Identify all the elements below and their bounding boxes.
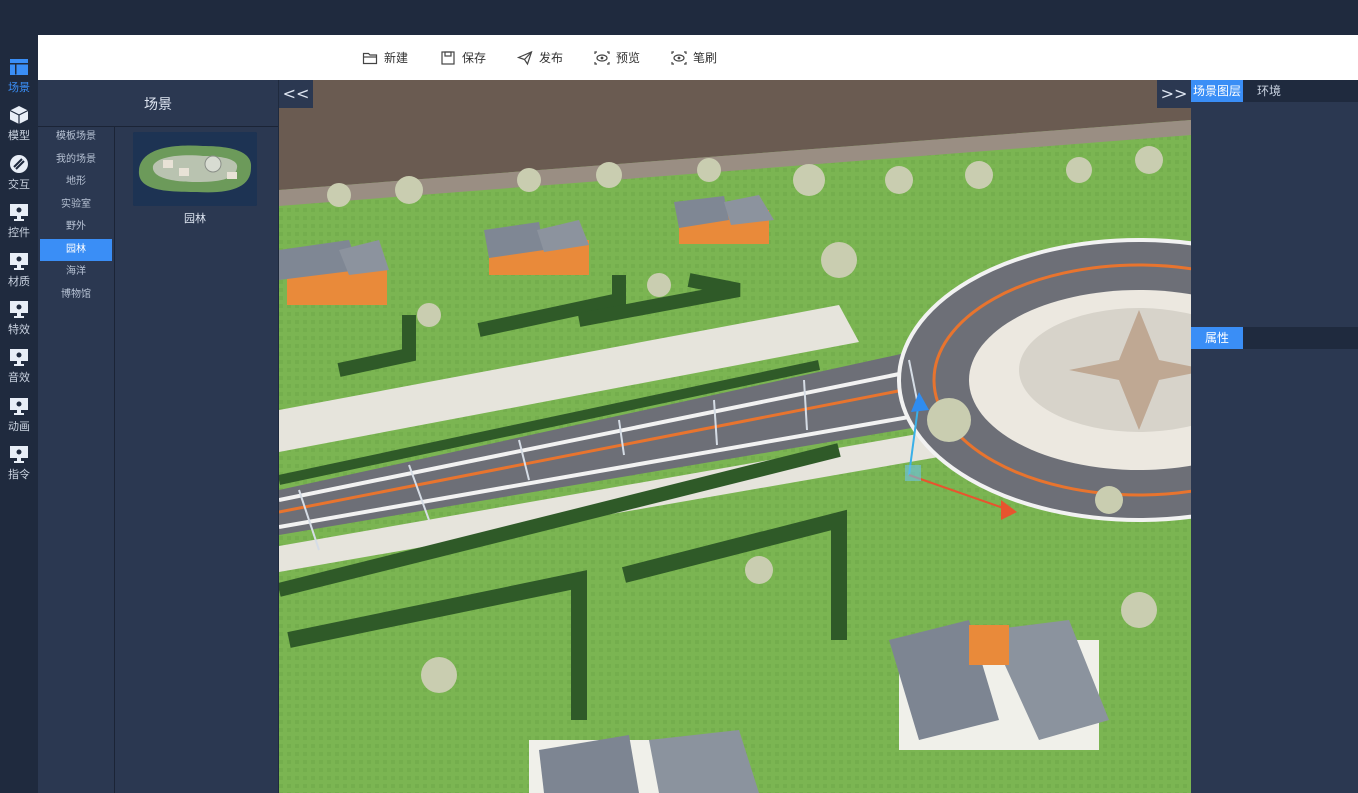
new-label: 新建 bbox=[384, 51, 409, 65]
brush-label: 笔刷 bbox=[693, 51, 718, 65]
save-icon bbox=[441, 50, 455, 65]
right-panel-tabs: 场景图层 环境 bbox=[1191, 80, 1358, 102]
nav-label-interaction: 交互 bbox=[8, 178, 30, 191]
preview-eye-icon bbox=[594, 50, 610, 65]
brush-button[interactable]: 笔刷 bbox=[671, 35, 717, 80]
scene-thumbnail-label: 园林 bbox=[184, 212, 206, 225]
house-top-right bbox=[674, 195, 774, 244]
collapse-left-panel-button[interactable]: << bbox=[279, 80, 313, 108]
category-item-museum[interactable]: 博物馆 bbox=[38, 284, 114, 307]
tab-properties[interactable]: 属性 bbox=[1191, 327, 1243, 349]
new-button[interactable]: 新建 bbox=[362, 35, 408, 80]
nav-label-scene: 场景 bbox=[8, 81, 30, 94]
sound-icon bbox=[10, 349, 28, 366]
house-top-mid bbox=[484, 220, 589, 275]
category-item-ocean[interactable]: 海洋 bbox=[38, 261, 114, 284]
scene-icon bbox=[10, 59, 28, 75]
tab-environment[interactable]: 环境 bbox=[1243, 80, 1295, 102]
brush-icon bbox=[671, 50, 687, 65]
effects-icon bbox=[10, 301, 28, 318]
nav-label-command: 指令 bbox=[8, 468, 30, 481]
command-icon bbox=[10, 446, 28, 463]
category-list: 模板场景 我的场景 地形 实验室 野外 园林 海洋 博物馆 bbox=[38, 126, 115, 793]
main-toolbar: 新建 保存 发布 预览 笔刷 bbox=[38, 35, 1358, 80]
scene-thumbnail-garden[interactable] bbox=[133, 132, 257, 206]
category-item-garden[interactable]: 园林 bbox=[40, 238, 112, 261]
house-top-left bbox=[279, 240, 389, 305]
house-bottom-right bbox=[889, 620, 1109, 750]
nav-label-widget: 控件 bbox=[8, 226, 30, 239]
send-icon bbox=[517, 50, 533, 65]
interaction-icon bbox=[10, 155, 28, 173]
collapse-right-panel-button[interactable]: >> bbox=[1157, 80, 1191, 108]
save-button[interactable]: 保存 bbox=[440, 35, 486, 80]
scene-render bbox=[279, 80, 1191, 793]
save-label: 保存 bbox=[462, 51, 487, 65]
folder-icon bbox=[362, 52, 378, 64]
category-item-outdoor[interactable]: 野外 bbox=[38, 216, 114, 239]
nav-label-model: 模型 bbox=[8, 129, 30, 142]
category-item-terrain[interactable]: 地形 bbox=[38, 171, 114, 194]
animation-icon bbox=[10, 398, 28, 415]
nav-item-sound[interactable]: 音效 bbox=[0, 341, 38, 387]
preview-label: 预览 bbox=[616, 51, 641, 65]
publish-label: 发布 bbox=[539, 51, 564, 65]
nav-item-material[interactable]: 材质 bbox=[0, 245, 38, 291]
publish-button[interactable]: 发布 bbox=[517, 35, 563, 80]
nav-item-interaction[interactable]: 交互 bbox=[0, 148, 38, 194]
top-bar bbox=[0, 0, 1358, 35]
nav-label-animation: 动画 bbox=[8, 420, 30, 433]
category-item-lab[interactable]: 实验室 bbox=[38, 194, 114, 217]
category-panel: 场景 模板场景 我的场景 地形 实验室 野外 园林 海洋 博物馆 园林 bbox=[38, 80, 278, 793]
preview-button[interactable]: 预览 bbox=[594, 35, 640, 80]
left-nav: 场景 模型 交互 控件 材质 特效 音效 动画 指令 bbox=[0, 35, 38, 793]
model-cube-icon bbox=[9, 106, 29, 124]
nav-item-widget[interactable]: 控件 bbox=[0, 196, 38, 242]
category-panel-title: 场景 bbox=[38, 80, 278, 127]
scene-viewport-3d[interactable] bbox=[279, 80, 1191, 793]
nav-item-command[interactable]: 指令 bbox=[0, 438, 38, 484]
category-item-my-scene[interactable]: 我的场景 bbox=[38, 149, 114, 172]
tab-scene-layers[interactable]: 场景图层 bbox=[1191, 80, 1243, 102]
category-item-template[interactable]: 模板场景 bbox=[38, 126, 114, 149]
nav-item-model[interactable]: 模型 bbox=[0, 99, 38, 145]
properties-header: 属性 bbox=[1191, 327, 1358, 349]
garden-thumbnail-image bbox=[133, 132, 257, 206]
material-icon bbox=[10, 253, 28, 270]
nav-item-animation[interactable]: 动画 bbox=[0, 390, 38, 436]
nav-item-scene[interactable]: 场景 bbox=[0, 51, 38, 97]
right-panel: 场景图层 环境 属性 bbox=[1191, 80, 1358, 793]
nav-label-sound: 音效 bbox=[8, 371, 30, 384]
widget-icon bbox=[10, 204, 28, 221]
nav-item-effects[interactable]: 特效 bbox=[0, 293, 38, 339]
nav-label-material: 材质 bbox=[8, 275, 30, 288]
nav-label-effects: 特效 bbox=[8, 323, 30, 336]
